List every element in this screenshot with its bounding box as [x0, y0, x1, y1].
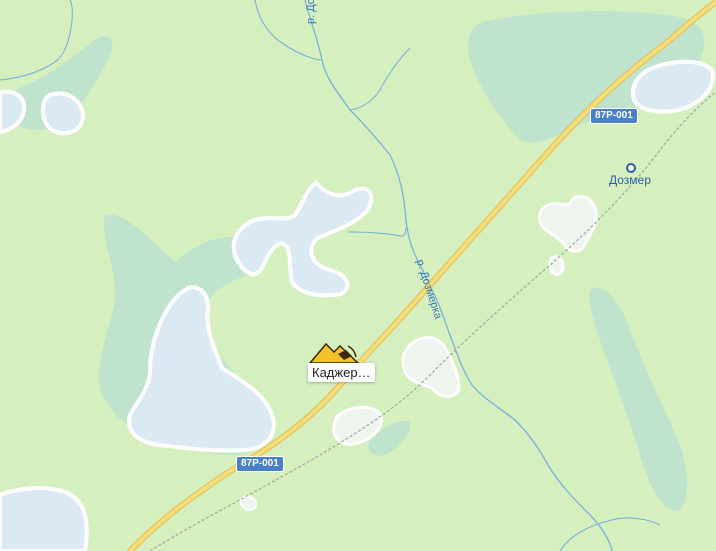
place-marker-dozmer[interactable] — [626, 163, 636, 173]
lake-northwest-small — [40, 91, 85, 136]
map-canvas[interactable]: р. Дозм р. Дозмерка 87Р-001 87Р-001 Дозм… — [0, 0, 716, 551]
river-label-north: р. Дозм — [305, 0, 317, 24]
road-shield-north[interactable]: 87Р-001 — [590, 108, 638, 124]
quarry-icon[interactable] — [308, 340, 360, 364]
poi-label-kadzher[interactable]: Каджер… — [308, 363, 375, 382]
lake-east-tiny — [548, 255, 565, 276]
road-shield-south[interactable]: 87Р-001 — [236, 456, 284, 472]
map-layer — [0, 0, 716, 551]
lake-southwest — [0, 486, 89, 551]
place-label-dozmer[interactable]: Дозмер — [609, 173, 651, 187]
